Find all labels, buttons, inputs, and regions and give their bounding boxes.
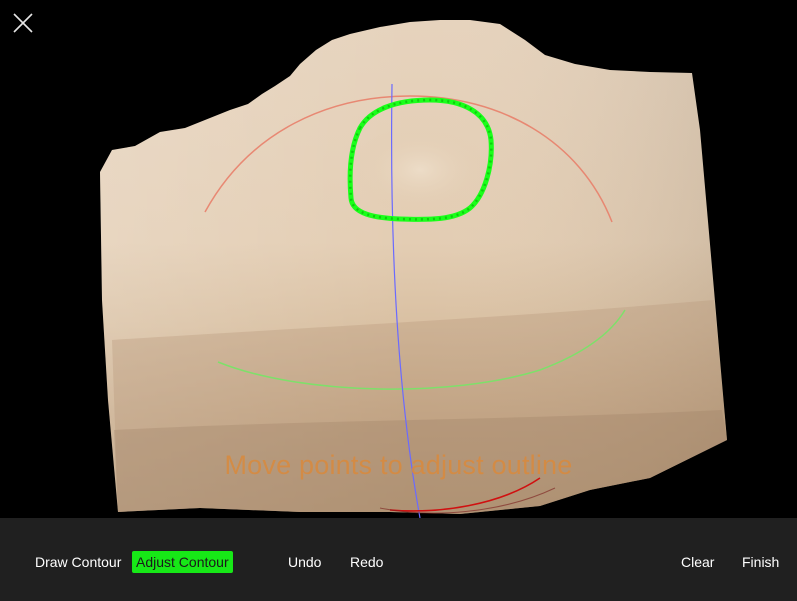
bottom-toolbar: Draw Contour Adjust Contour Undo Redo Cl…	[0, 518, 797, 601]
bump-highlight	[350, 125, 490, 215]
scan-scene[interactable]	[0, 0, 797, 518]
instruction-hint: Move points to adjust outline	[224, 450, 573, 480]
scan-viewport[interactable]: Move points to adjust outline	[0, 0, 797, 518]
draw-contour-button[interactable]: Draw Contour	[35, 551, 121, 573]
adjust-contour-button[interactable]: Adjust Contour	[132, 551, 233, 573]
close-icon[interactable]	[10, 10, 36, 36]
redo-button[interactable]: Redo	[350, 551, 383, 573]
finish-button[interactable]: Finish	[742, 551, 779, 573]
clear-button[interactable]: Clear	[681, 551, 714, 573]
undo-button[interactable]: Undo	[288, 551, 321, 573]
